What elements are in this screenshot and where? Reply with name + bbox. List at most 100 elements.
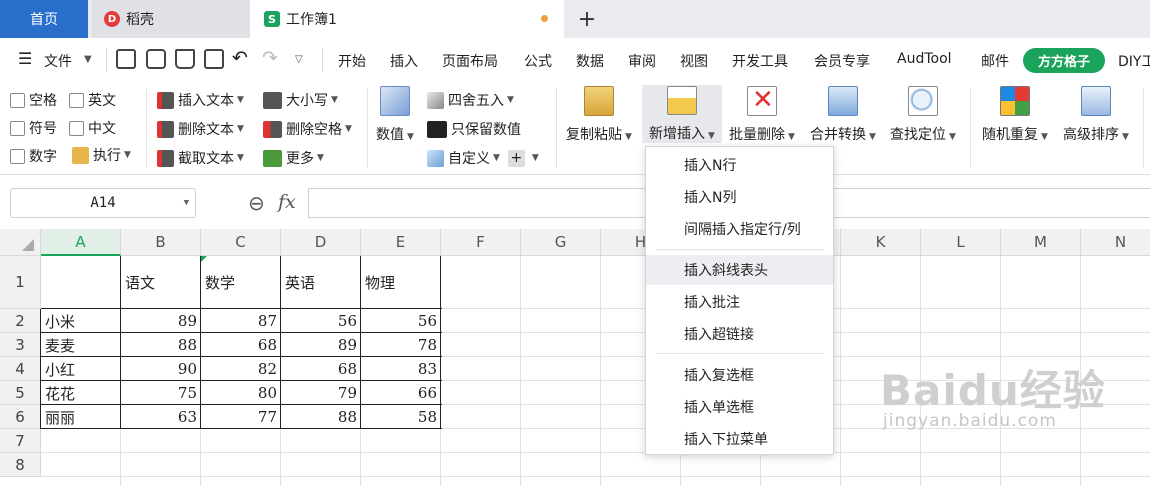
menu-insert[interactable]: 插入 (390, 51, 418, 71)
new-insert-button[interactable]: 新增插入 ▼ (642, 85, 722, 143)
menu-insert-diagonal-header[interactable]: 插入斜线表头 (646, 255, 833, 285)
menu-insert-n-cols[interactable]: 插入N列 (646, 182, 833, 212)
checkbox-box[interactable] (69, 92, 84, 108)
value-button[interactable]: 数值 ▼ (376, 86, 414, 144)
value-cell[interactable]: 79 (281, 381, 361, 405)
row-header-5[interactable]: 5 (0, 381, 41, 405)
checkbox-box[interactable] (10, 92, 25, 108)
merge-convert-button[interactable]: 合并转换 ▼ (810, 86, 876, 144)
menu-diy[interactable]: DIY工 (1118, 51, 1150, 71)
redo-icon[interactable]: ↷ (262, 47, 278, 69)
column-header-N[interactable]: N (1081, 229, 1150, 256)
round-button[interactable]: 四舍五入 ▼ (427, 90, 514, 110)
value-cell[interactable]: 68 (281, 357, 361, 381)
menu-insert-hyperlink[interactable]: 插入超链接 (646, 319, 833, 349)
find-locate-button[interactable]: 查找定位 ▼ (890, 86, 956, 144)
column-header-D[interactable]: D (281, 229, 361, 256)
value-cell[interactable]: 82 (201, 357, 281, 381)
delete-space-button[interactable]: 删除空格 ▼ (263, 119, 352, 139)
column-header-K[interactable]: K (841, 229, 921, 256)
row-header-4[interactable]: 4 (0, 357, 41, 381)
menu-insert-checkbox[interactable]: 插入复选框 (646, 360, 833, 390)
menu-view[interactable]: 视图 (680, 51, 708, 71)
cut-text-button[interactable]: 截取文本 ▼ (157, 148, 244, 168)
tab-workbook[interactable]: S 工作簿1 (250, 0, 564, 38)
row-header-7[interactable]: 7 (0, 429, 41, 453)
hamburger-icon[interactable]: ☰ (18, 49, 32, 68)
menu-insert-comment[interactable]: 插入批注 (646, 287, 833, 317)
quick-access-more-icon[interactable]: ▽ (295, 54, 303, 65)
tab-home[interactable]: 首页 (0, 0, 88, 38)
menu-insert-radio[interactable]: 插入单选框 (646, 392, 833, 422)
name-cell[interactable]: 丽丽 (41, 405, 121, 429)
checkbox-number[interactable]: 数字 (10, 146, 57, 166)
name-cell[interactable]: 花花 (41, 381, 121, 405)
value-cell[interactable]: 87 (201, 309, 281, 333)
new-tab-button[interactable]: + (574, 0, 600, 38)
value-cell[interactable]: 75 (121, 381, 201, 405)
menu-insert-dropdown-list[interactable]: 插入下拉菜单 (646, 424, 833, 454)
row-header-2[interactable]: 2 (0, 309, 41, 333)
plus-icon[interactable]: + (507, 149, 525, 167)
more-button[interactable]: 更多 ▼ (263, 148, 324, 168)
value-cell[interactable]: 80 (201, 381, 281, 405)
zoom-icon[interactable]: ⊖ (248, 191, 265, 215)
column-header-A[interactable]: A (41, 229, 121, 256)
checkbox-box[interactable] (10, 120, 25, 136)
row-header-6[interactable]: 6 (0, 405, 41, 429)
menu-developer[interactable]: 开发工具 (732, 51, 788, 71)
column-header-L[interactable]: L (921, 229, 1001, 256)
row-header-1[interactable]: 1 (0, 256, 41, 309)
delete-text-button[interactable]: 删除文本 ▼ (157, 119, 244, 139)
menu-insert-n-rows[interactable]: 插入N行 (646, 150, 833, 180)
value-cell[interactable]: 68 (201, 333, 281, 357)
menu-mail[interactable]: 邮件 (981, 51, 1009, 71)
checkbox-chinese[interactable]: 中文 (69, 118, 116, 138)
select-all-corner[interactable] (0, 229, 41, 256)
chevron-down-icon[interactable]: ▼ (532, 153, 539, 163)
value-cell[interactable]: 56 (281, 309, 361, 333)
header-cell[interactable]: 物理 (361, 256, 441, 309)
header-cell[interactable]: 数学 (201, 256, 281, 309)
value-cell[interactable]: 77 (201, 405, 281, 429)
value-cell[interactable]: 58 (361, 405, 441, 429)
value-cell[interactable]: 66 (361, 381, 441, 405)
value-cell[interactable]: 78 (361, 333, 441, 357)
checkbox-english[interactable]: 英文 (69, 90, 116, 110)
value-cell[interactable]: 88 (121, 333, 201, 357)
value-cell[interactable]: 88 (281, 405, 361, 429)
chevron-down-icon[interactable]: ▼ (184, 198, 189, 208)
save-icon[interactable] (116, 49, 136, 69)
menu-member[interactable]: 会员专享 (814, 51, 870, 71)
menu-audtool[interactable]: AudTool (897, 51, 952, 67)
row-header-3[interactable]: 3 (0, 333, 41, 357)
header-cell[interactable]: 语文 (121, 256, 201, 309)
chevron-down-icon[interactable]: ▼ (84, 54, 92, 65)
column-header-F[interactable]: F (441, 229, 521, 256)
name-cell[interactable]: 小红 (41, 357, 121, 381)
advanced-sort-button[interactable]: 高级排序 ▼ (1063, 86, 1129, 144)
tab-daoke[interactable]: D 稻壳 (92, 0, 250, 38)
name-cell[interactable]: 麦麦 (41, 333, 121, 357)
execute-button[interactable]: 执行 ▼ (72, 145, 131, 165)
menu-fangfang-tab[interactable]: 方方格子 (1023, 48, 1105, 73)
name-box[interactable]: A14 ▼ (10, 188, 196, 218)
menu-page-layout[interactable]: 页面布局 (442, 51, 498, 71)
menu-data[interactable]: 数据 (576, 51, 604, 71)
fx-icon[interactable]: fx (278, 191, 296, 213)
value-cell[interactable]: 89 (281, 333, 361, 357)
menu-file[interactable]: 文件 (44, 51, 72, 71)
column-header-E[interactable]: E (361, 229, 441, 256)
keep-value-button[interactable]: 只保留数值 (427, 119, 521, 139)
column-header-B[interactable]: B (121, 229, 201, 256)
copy-paste-button[interactable]: 复制粘贴 ▼ (566, 86, 632, 144)
value-cell[interactable]: 63 (121, 405, 201, 429)
value-cell[interactable]: 83 (361, 357, 441, 381)
checkbox-space[interactable]: 空格 (10, 90, 57, 110)
checkbox-box[interactable] (69, 120, 84, 136)
value-cell[interactable]: 90 (121, 357, 201, 381)
column-header-C[interactable]: C (201, 229, 281, 256)
column-header-M[interactable]: M (1001, 229, 1081, 256)
checkbox-box[interactable] (10, 148, 25, 164)
export-icon[interactable] (146, 49, 166, 69)
